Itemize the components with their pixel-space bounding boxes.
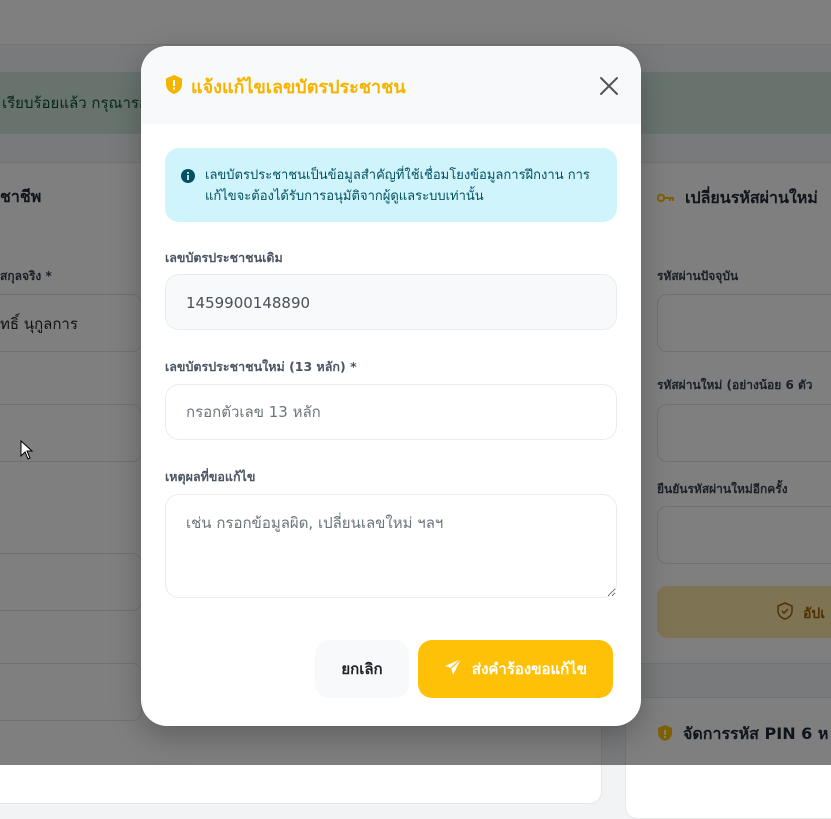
info-icon — [181, 168, 195, 187]
submit-request-label: ส่งคำร้องขอแก้ไข — [471, 660, 588, 678]
modal-header: แจ้งแก้ไขเลขบัตรประชาชน — [141, 46, 641, 124]
modal-title-row: แจ้งแก้ไขเลขบัตรประชาชน — [165, 72, 406, 101]
edit-id-card-modal: แจ้งแก้ไขเลขบัตรประชาชน เลขบัตรประชาชนเป… — [141, 46, 641, 726]
info-alert: เลขบัตรประชาชนเป็นข้อมูลสำคัญที่ใช้เชื่อ… — [165, 148, 617, 222]
old-id-field: 1459900148890 — [165, 274, 617, 330]
mouse-cursor-icon — [20, 439, 34, 464]
reason-textarea[interactable] — [165, 494, 617, 598]
cancel-button[interactable]: ยกเลิก — [315, 640, 409, 698]
modal-title: แจ้งแก้ไขเลขบัตรประชาชน — [191, 77, 406, 98]
new-id-label: เลขบัตรประชาชนใหม่ (13 หลัก) * — [165, 359, 357, 374]
close-icon — [600, 77, 618, 95]
submit-request-button[interactable]: ส่งคำร้องขอแก้ไข — [418, 640, 613, 698]
new-id-input[interactable] — [165, 384, 617, 440]
close-button[interactable] — [597, 74, 621, 98]
old-id-label: เลขบัตรประชาชนเดิม — [165, 250, 283, 265]
shield-icon — [165, 74, 183, 99]
reason-label: เหตุผลที่ขอแก้ไข — [165, 469, 256, 484]
send-icon — [444, 658, 462, 680]
info-text: เลขบัตรประชาชนเป็นข้อมูลสำคัญที่ใช้เชื่อ… — [205, 168, 590, 204]
